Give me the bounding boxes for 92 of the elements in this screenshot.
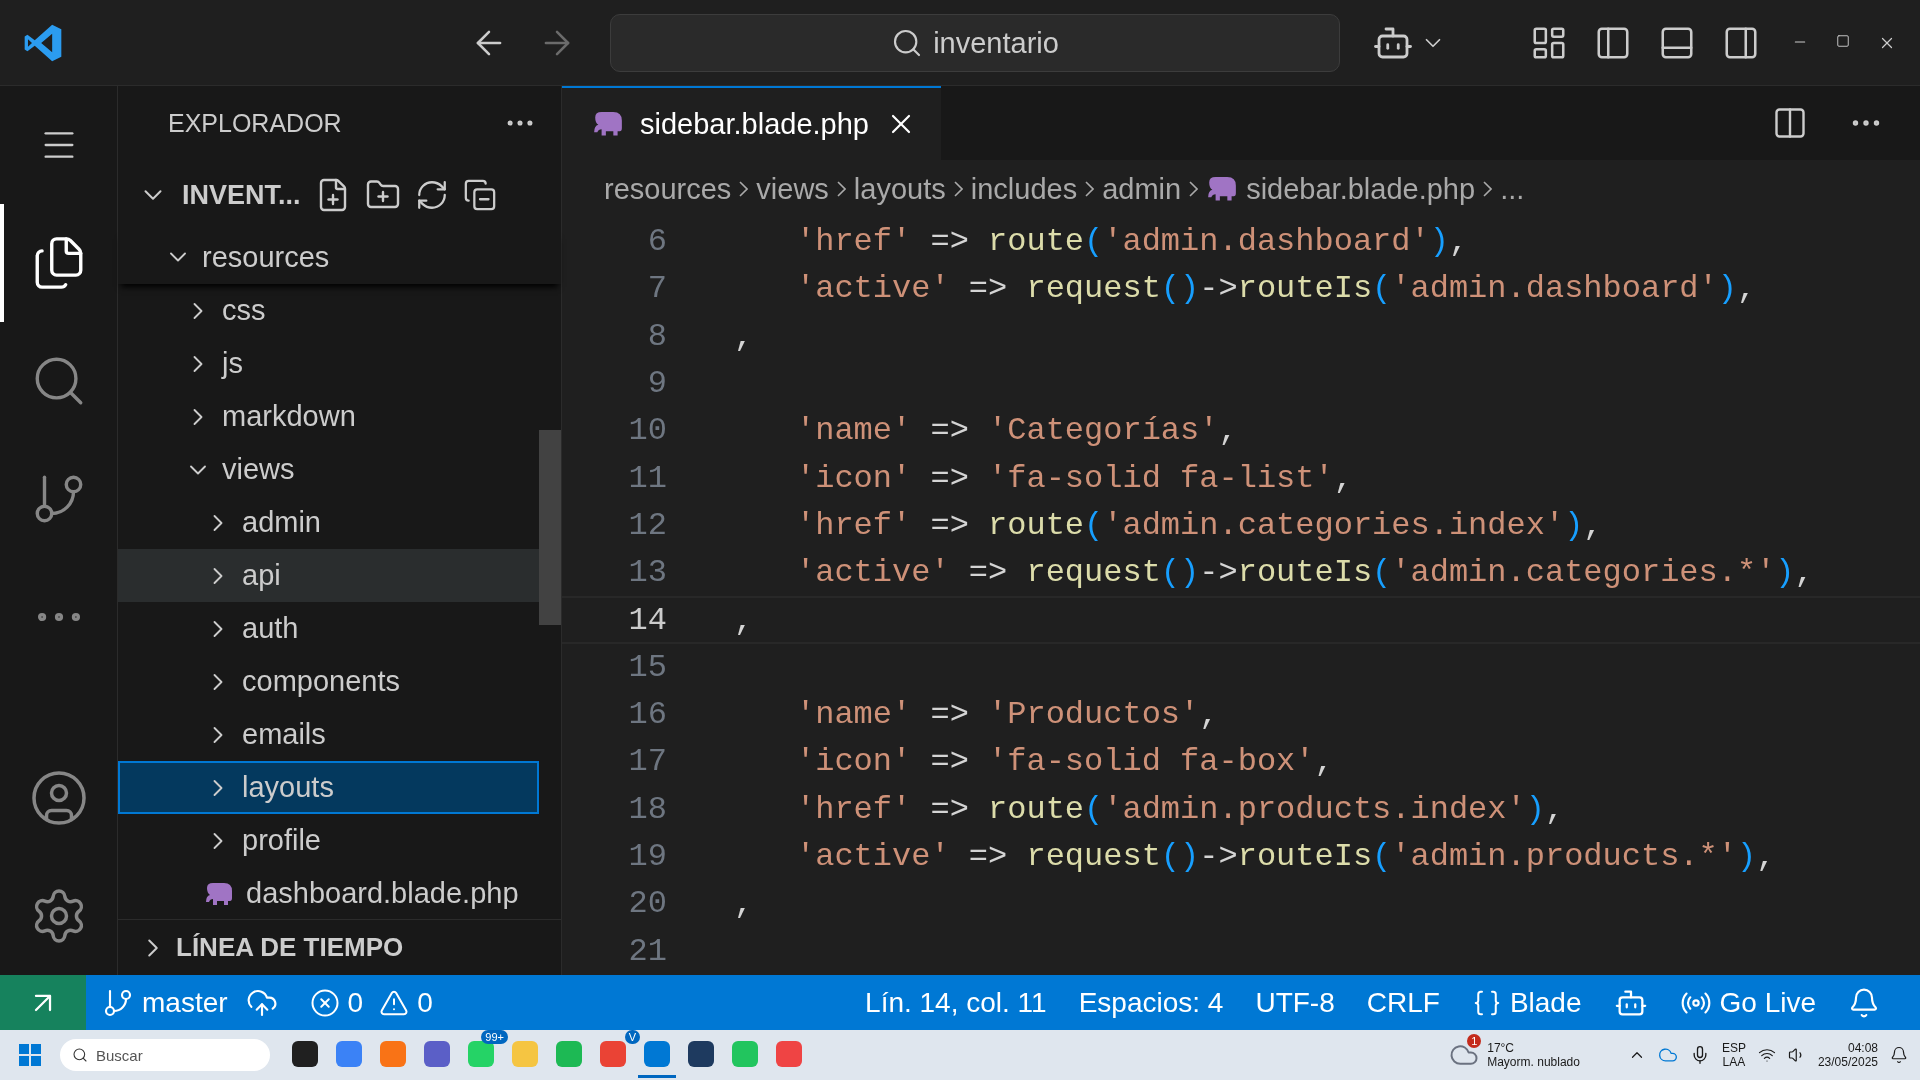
taskbar-search[interactable]: Buscar	[60, 1039, 270, 1071]
error-icon	[309, 987, 340, 1018]
restore-icon[interactable]	[1836, 33, 1850, 48]
app-badge: V	[624, 1030, 640, 1044]
line-number: 15	[627, 648, 667, 686]
status-item[interactable]: Lín. 14, col. 11	[849, 986, 1063, 1019]
cloud-icon[interactable]	[1657, 1045, 1678, 1065]
problems-button[interactable]: 0 0	[293, 986, 449, 1019]
tree-item[interactable]: markdown	[118, 390, 539, 443]
input-language[interactable]: ESP LAA	[1721, 1040, 1746, 1070]
line-number: 17	[627, 743, 667, 781]
line-number: 14	[627, 601, 667, 639]
code-line: 'href' => route('admin.dashboard'),	[796, 223, 1469, 261]
line-number: 10	[627, 412, 667, 450]
search-icon	[72, 1047, 88, 1063]
elephant-icon	[204, 881, 234, 906]
line-number: 7	[646, 270, 667, 308]
code-line: 'name' => 'Categorías',	[796, 412, 1238, 450]
line-number: 13	[627, 554, 667, 592]
code-line: ,	[734, 317, 754, 355]
language-button[interactable]: Blade	[1455, 986, 1598, 1019]
weather-text: Mayorm. nublado	[1487, 1055, 1580, 1070]
explorer-title: EXPLORADOR	[168, 108, 342, 138]
status-item[interactable]: Espacios: 4	[1062, 986, 1240, 1019]
tree-item[interactable]: layouts	[118, 761, 539, 814]
line-number: 11	[627, 459, 667, 497]
tree-item[interactable]: components	[118, 655, 539, 708]
breadcrumb[interactable]: resources	[604, 172, 732, 206]
tree-item[interactable]: resources	[118, 230, 561, 284]
app-badge: 99+	[481, 1030, 508, 1044]
code-line: 'active' => request()->routeIs('admin.categories.*'),	[796, 554, 1814, 592]
status-item[interactable]: UTF-8	[1239, 986, 1351, 1019]
line-number: 9	[646, 365, 667, 403]
tree-item[interactable]: views	[118, 443, 539, 496]
breadcrumb[interactable]: views	[756, 172, 829, 206]
editor-tab[interactable]: sidebar.blade.php	[562, 86, 941, 160]
temperature: 17°C	[1487, 1040, 1514, 1055]
code-line: 'href' => route('admin.products.index'),	[796, 790, 1565, 828]
timeline-section[interactable]: LÍNEA DE TIEMPO	[176, 932, 404, 963]
remote-button[interactable]	[0, 975, 86, 1030]
code-line: ,	[734, 601, 754, 639]
line-number: 20	[627, 885, 667, 923]
chevron-right-icon	[1085, 181, 1095, 197]
scrollbar-thumb[interactable]	[539, 430, 561, 625]
app-icon[interactable]	[292, 1040, 318, 1067]
clock-time[interactable]: 04:08	[1847, 1040, 1878, 1055]
code-line: 'active' => request()->routeIs('admin.dashboard'),	[796, 270, 1757, 308]
weather-badge: 1	[1467, 1034, 1482, 1048]
status-item[interactable]: CRLF	[1350, 986, 1456, 1019]
chevron-right-icon	[739, 181, 749, 197]
tree-item[interactable]: css	[118, 284, 539, 337]
app-icon[interactable]	[688, 1040, 714, 1067]
line-number: 12	[627, 506, 667, 544]
tree-item[interactable]: dashboard.blade.php	[118, 867, 539, 919]
clock-date[interactable]: 23/05/2025	[1817, 1055, 1878, 1070]
chevron-right-icon	[836, 181, 846, 197]
chevron-right-icon	[1189, 181, 1199, 197]
windows-logo[interactable]	[18, 1043, 42, 1067]
code-line: 'active' => request()->routeIs('admin.products.*'),	[796, 838, 1776, 875]
breadcrumb[interactable]: ...	[1500, 172, 1525, 206]
code-line: 'icon' => 'fa-solid fa-list',	[796, 459, 1353, 497]
tree-item[interactable]: auth	[118, 602, 539, 655]
tree-item[interactable]: emails	[118, 708, 539, 761]
code-line: 'icon' => 'fa-solid fa-box',	[796, 743, 1334, 781]
line-number: 21	[627, 932, 667, 970]
notification-icon[interactable]	[1890, 1046, 1908, 1064]
tree-item[interactable]: profile	[118, 814, 539, 867]
chevron-right-icon	[1483, 181, 1493, 197]
code-line: 'href' => route('admin.categories.index'),	[796, 506, 1603, 544]
line-number: 8	[646, 317, 667, 355]
command-center-search[interactable]: inventario	[610, 14, 1340, 72]
collapse-all-icon[interactable]	[462, 178, 497, 212]
tree-item[interactable]: js	[118, 337, 539, 390]
tree-item[interactable]: api	[118, 549, 539, 602]
line-number: 18	[627, 790, 667, 828]
breadcrumb[interactable]: admin	[1102, 172, 1182, 206]
tree-item[interactable]: admin	[118, 496, 539, 549]
line-number: 19	[627, 838, 667, 875]
line-number: 16	[627, 696, 667, 734]
workspace-name[interactable]: INVENT...	[182, 179, 301, 211]
elephant-icon	[1206, 176, 1239, 202]
go-live-button[interactable]: Go Live	[1663, 986, 1832, 1019]
chevron-right-icon	[953, 181, 963, 197]
branch-button[interactable]: master	[86, 986, 294, 1019]
line-number: 6	[646, 223, 667, 261]
breadcrumb[interactable]: includes	[970, 172, 1078, 206]
code-line: 'name' => 'Productos',	[796, 696, 1219, 734]
split-editor-icon[interactable]	[1772, 105, 1808, 141]
breadcrumb[interactable]: sidebar.blade.php	[1246, 172, 1476, 206]
breadcrumb[interactable]: layouts	[853, 172, 946, 206]
elephant-icon	[592, 111, 624, 137]
code-line: ,	[734, 885, 754, 923]
